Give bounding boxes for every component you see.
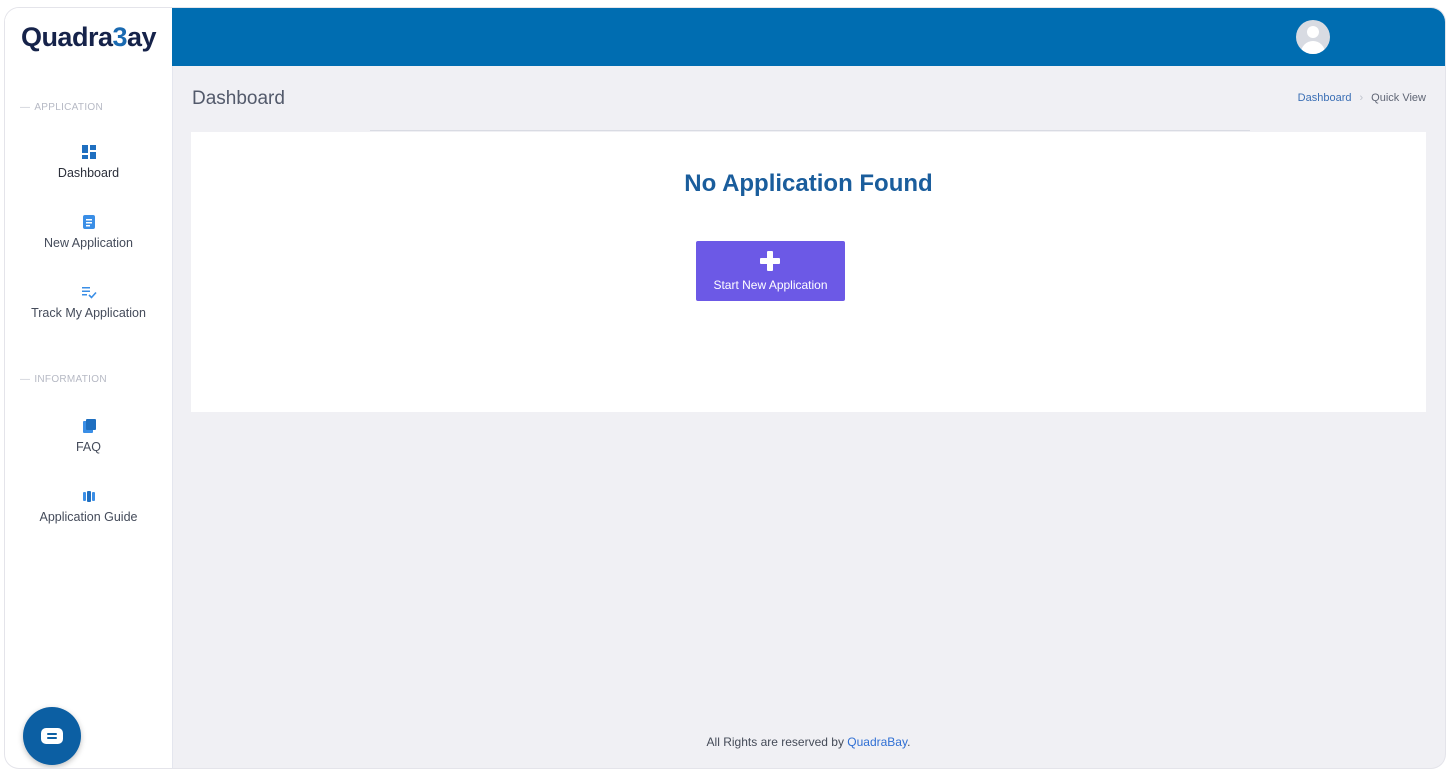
chat-button[interactable] bbox=[23, 707, 81, 765]
plus-icon bbox=[760, 251, 780, 271]
dashboard-icon bbox=[81, 145, 96, 159]
section-label-application: — APPLICATION bbox=[20, 102, 103, 113]
top-bar bbox=[172, 8, 1445, 66]
breadcrumb-current: Quick View bbox=[1371, 92, 1426, 104]
sidebar-item-label: FAQ bbox=[75, 440, 101, 454]
section-label-information: — INFORMATION bbox=[20, 374, 107, 385]
sidebar-item-new-application[interactable]: New Application bbox=[5, 214, 172, 250]
sidebar-item-track-my-application[interactable]: Track My Application bbox=[5, 284, 172, 320]
document-icon bbox=[82, 215, 95, 229]
list-check-icon bbox=[81, 287, 97, 299]
sidebar-item-label: New Application bbox=[44, 236, 133, 250]
breadcrumb: Dashboard › Quick View bbox=[1298, 92, 1426, 104]
logo[interactable]: Quadra3ay bbox=[5, 8, 172, 66]
sidebar: —APPLICATION Dashboard New Application bbox=[5, 66, 173, 768]
page-title: Dashboard bbox=[192, 88, 285, 109]
sidebar-item-label: Application Guide bbox=[39, 510, 138, 524]
breadcrumb-link-dashboard[interactable]: Dashboard bbox=[1298, 92, 1352, 104]
start-new-application-label: Start New Application bbox=[713, 278, 828, 292]
book-icon bbox=[82, 419, 96, 433]
sidebar-item-label: Track My Application bbox=[31, 306, 146, 320]
sidebar-item-label: Dashboard bbox=[57, 166, 120, 180]
sidebar-item-faq[interactable]: FAQ bbox=[5, 418, 172, 454]
divider bbox=[370, 130, 1250, 131]
sidebar-item-dashboard[interactable]: Dashboard bbox=[5, 144, 172, 180]
sidebar-item-application-guide[interactable]: Application Guide bbox=[5, 488, 172, 524]
app-window: Quadra3ay — APPLICATION Dashboard New Ap… bbox=[5, 8, 1445, 768]
chat-icon bbox=[41, 728, 63, 744]
avatar[interactable] bbox=[1296, 20, 1330, 54]
user-name[interactable] bbox=[1335, 26, 1415, 46]
breadcrumb-separator-icon: › bbox=[1359, 92, 1364, 104]
footer: All Rights are reserved by QuadraBay. bbox=[706, 735, 911, 749]
empty-state-card: No Application Found Start New Applicati… bbox=[191, 132, 1426, 412]
header: Quadra3ay bbox=[5, 8, 1445, 66]
guide-icon bbox=[82, 491, 95, 502]
empty-state-title: No Application Found bbox=[684, 170, 933, 197]
footer-brand-link[interactable]: QuadraBay bbox=[847, 735, 907, 749]
logo-text: Quadra3ay bbox=[20, 21, 157, 52]
start-new-application-button[interactable]: Start New Application bbox=[696, 241, 845, 301]
